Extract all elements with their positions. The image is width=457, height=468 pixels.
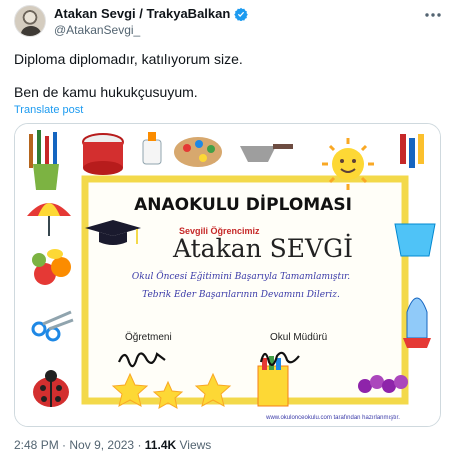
- meta-separator-2: ·: [137, 438, 142, 452]
- post-date[interactable]: Nov 9, 2023: [69, 438, 134, 452]
- views-label: Views: [179, 438, 212, 452]
- avatar[interactable]: [14, 5, 46, 37]
- verified-badge-icon: [234, 7, 249, 21]
- student-name: Atakan SEVGİ: [172, 234, 353, 263]
- crayons-top-right-decoration: [400, 134, 424, 168]
- tweet-text-line-2: Ben de kamu hukukçusuyum.: [14, 84, 198, 100]
- drum-decoration: [82, 133, 124, 175]
- display-name[interactable]: Atakan Sevgi / TrakyaBalkan: [54, 6, 230, 21]
- diploma-body-line-2: Tebrik Eder Başarılarının Devamını Diler…: [142, 290, 340, 300]
- author-name-row: Atakan Sevgi / TrakyaBalkan: [54, 6, 249, 21]
- tweet-meta: 2:48 PM · Nov 9, 2023 · 11.4K Views: [14, 438, 211, 452]
- principal-label: Okul Müdürü: [270, 332, 327, 343]
- post-time[interactable]: 2:48 PM: [14, 438, 59, 452]
- palette-decoration: [174, 137, 222, 167]
- bucket-decoration: [394, 223, 436, 257]
- user-handle[interactable]: @AtakanSevgi_: [54, 23, 140, 37]
- tweet-text-line-1: Diploma diplomadır, katılıyorum size.: [14, 51, 243, 67]
- diploma-image: ANAOKULU DİPLOMASI Sevgili Öğrencimiz At…: [15, 124, 440, 426]
- diploma-body-line-1: Okul Öncesi Eğitimini Başarıyla Tamamlam…: [132, 270, 350, 282]
- tweet-media[interactable]: ANAOKULU DİPLOMASI Sevgili Öğrencimiz At…: [14, 123, 441, 427]
- views-count: 11.4K: [144, 438, 177, 452]
- translate-link[interactable]: Translate post: [14, 104, 83, 116]
- teacher-label: Öğretmeni: [125, 331, 172, 343]
- meta-separator-1: ·: [62, 438, 67, 452]
- more-icon[interactable]: [423, 8, 443, 22]
- diploma-footer: www.okulonceokulu.com tarafından hazırla…: [265, 415, 400, 421]
- diploma-title: ANAOKULU DİPLOMASI: [134, 193, 352, 215]
